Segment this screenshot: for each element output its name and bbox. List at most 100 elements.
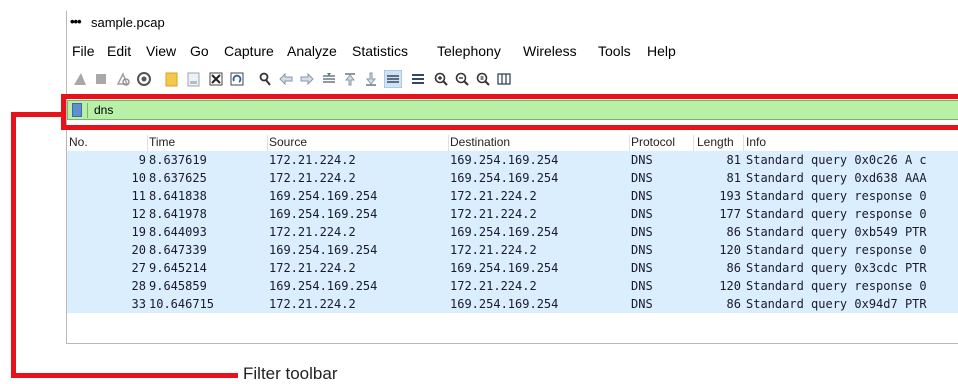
reload-file-icon[interactable] [229, 71, 245, 87]
packet-row[interactable]: 12 8.641978 169.254.169.254 172.21.224.2 DNS… [67, 205, 958, 223]
menu-view[interactable]: View [146, 43, 176, 59]
cell-no: 28 [131, 279, 146, 293]
capture-options-icon[interactable] [136, 71, 152, 87]
column-header-time[interactable]: Time [149, 135, 268, 151]
cell-length: 86 [726, 297, 741, 311]
first-packet-icon[interactable] [342, 71, 358, 87]
cell-no: 10 [131, 171, 146, 185]
column-header-protocol[interactable]: Protocol [631, 135, 694, 151]
cell-length: 86 [726, 225, 741, 239]
cell-no: 27 [131, 261, 146, 275]
cell-destination: 172.21.224.2 [450, 207, 537, 221]
cell-info: Standard query response 0 [746, 243, 927, 257]
title-bar: ••• sample.pcap [67, 11, 958, 33]
packet-row[interactable]: 10 8.637625 172.21.224.2 169.254.169.254 DNS… [67, 169, 958, 187]
cell-protocol: DNS [631, 171, 653, 185]
column-header-info[interactable]: Info [746, 135, 956, 151]
cell-destination: 169.254.169.254 [450, 153, 559, 167]
window-title: sample.pcap [91, 15, 165, 30]
cell-protocol: DNS [631, 279, 653, 293]
menu-telephony[interactable]: Telephony [437, 43, 501, 59]
go-forward-icon[interactable] [299, 71, 315, 87]
cell-time: 8.637625 [149, 171, 207, 185]
stop-capture-icon[interactable] [93, 71, 109, 87]
menu-analyze[interactable]: Analyze [287, 43, 337, 59]
cell-source: 172.21.224.2 [269, 225, 356, 239]
cell-info: Standard query 0x0c26 A c [746, 153, 927, 167]
go-to-packet-icon[interactable] [321, 71, 337, 87]
normal-size-icon[interactable] [475, 71, 491, 87]
cell-time: 8.641978 [149, 207, 207, 221]
cell-protocol: DNS [631, 207, 653, 221]
cell-time: 8.647339 [149, 243, 207, 257]
cell-length: 86 [726, 261, 741, 275]
cell-destination: 169.254.169.254 [450, 297, 559, 311]
cell-length: 81 [726, 153, 741, 167]
callout-label: Filter toolbar [243, 364, 338, 383]
cell-protocol: DNS [631, 297, 653, 311]
cell-source: 172.21.224.2 [269, 171, 356, 185]
packet-row[interactable]: 19 8.644093 172.21.224.2 169.254.169.254 DNS… [67, 223, 958, 241]
cell-source: 172.21.224.2 [269, 261, 356, 275]
cell-info: Standard query response 0 [746, 207, 927, 221]
cell-length: 193 [719, 189, 741, 203]
autoscroll-icon[interactable] [384, 70, 402, 88]
cell-destination: 169.254.169.254 [450, 261, 559, 275]
cell-source: 169.254.169.254 [269, 279, 378, 293]
cell-destination: 172.21.224.2 [450, 189, 537, 203]
menu-bar: File Edit View Go Capture Analyze Statis… [67, 40, 958, 62]
packet-row[interactable]: 20 8.647339 169.254.169.254 172.21.224.2 DNS… [67, 241, 958, 259]
cell-no: 20 [131, 243, 146, 257]
last-packet-icon[interactable] [363, 71, 379, 87]
cell-time: 10.646715 [149, 297, 215, 311]
cell-source: 169.254.169.254 [269, 243, 378, 257]
resize-columns-icon[interactable] [496, 71, 512, 87]
zoom-out-icon[interactable] [454, 71, 470, 87]
packet-row[interactable]: 33 10.646715 172.21.224.2 169.254.169.254 DN… [67, 295, 958, 313]
packet-row[interactable]: 9 8.637619 172.21.224.2 169.254.169.254 DNS 8… [67, 151, 958, 169]
menu-statistics[interactable]: Statistics [352, 43, 408, 59]
zoom-in-icon[interactable] [433, 71, 449, 87]
cell-info: Standard query 0xd638 AAA [746, 171, 927, 185]
filter-toolbar-highlight [61, 94, 958, 130]
menu-file[interactable]: File [72, 43, 95, 59]
cell-time: 9.645859 [149, 279, 207, 293]
go-back-icon[interactable] [278, 71, 294, 87]
packet-row[interactable]: 11 8.641838 169.254.169.254 172.21.224.2 DNS… [67, 187, 958, 205]
column-header-no[interactable]: No. [69, 135, 148, 151]
open-file-icon[interactable] [164, 71, 180, 87]
column-header-destination[interactable]: Destination [450, 135, 630, 151]
find-packet-icon[interactable] [257, 71, 273, 87]
save-file-icon[interactable] [186, 71, 202, 87]
menu-go[interactable]: Go [190, 43, 209, 59]
shark-fin-start-icon[interactable] [72, 71, 88, 87]
menu-capture[interactable]: Capture [224, 43, 274, 59]
column-header-length[interactable]: Length [697, 135, 744, 151]
colorize-icon[interactable] [410, 71, 426, 87]
menu-tools[interactable]: Tools [598, 43, 631, 59]
callout-leader-top [11, 112, 63, 117]
cell-protocol: DNS [631, 243, 653, 257]
cell-no: 33 [131, 297, 146, 311]
cell-destination: 169.254.169.254 [450, 225, 559, 239]
close-file-icon[interactable] [208, 71, 224, 87]
cell-no: 19 [131, 225, 146, 239]
menu-edit[interactable]: Edit [107, 43, 131, 59]
cell-destination: 169.254.169.254 [450, 171, 559, 185]
callout-leader-bottom [11, 373, 238, 378]
packet-row[interactable]: 28 9.645859 169.254.169.254 172.21.224.2 DNS… [67, 277, 958, 295]
packet-list: 9 8.637619 172.21.224.2 169.254.169.254 DNS 8… [67, 151, 958, 313]
cell-length: 177 [719, 207, 741, 221]
window-menu-icon[interactable]: ••• [70, 14, 82, 29]
cell-protocol: DNS [631, 189, 653, 203]
restart-capture-icon[interactable] [115, 71, 131, 87]
cell-info: Standard query 0xb549 PTR [746, 225, 927, 239]
menu-wireless[interactable]: Wireless [523, 43, 577, 59]
column-header-source[interactable]: Source [269, 135, 449, 151]
cell-info: Standard query response 0 [746, 279, 927, 293]
menu-help[interactable]: Help [647, 43, 676, 59]
cell-protocol: DNS [631, 225, 653, 239]
packet-row[interactable]: 27 9.645214 172.21.224.2 169.254.169.254 DNS… [67, 259, 958, 277]
cell-time: 8.644093 [149, 225, 207, 239]
cell-length: 120 [719, 243, 741, 257]
